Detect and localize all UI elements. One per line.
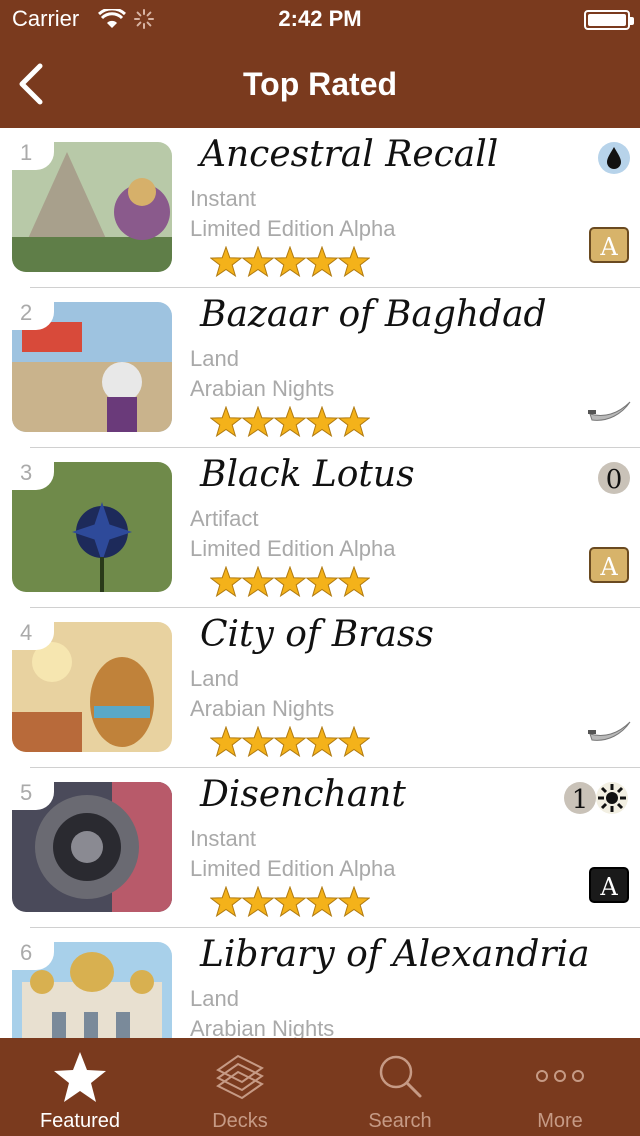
card-set: Arabian Nights: [190, 696, 335, 721]
card-name: Ancestral Recall: [200, 134, 499, 175]
card-set: Limited Edition Alpha: [190, 856, 396, 881]
tab-label: Decks: [212, 1110, 268, 1132]
list-item[interactable]: 3 Black Lotus Artifact Limited Edition A…: [0, 448, 640, 608]
rating-stars: [210, 406, 370, 440]
star-icon: [210, 726, 243, 758]
tab-label: More: [537, 1110, 583, 1132]
card-type: Land: [190, 346, 239, 371]
star-icon: [337, 406, 370, 438]
star-icon: [273, 726, 307, 758]
card-name: Disenchant: [200, 774, 406, 815]
star-icon: [337, 566, 370, 598]
card-set: Limited Edition Alpha: [190, 536, 396, 561]
card-list[interactable]: 1 Ancestral Recall Instant Limited Editi…: [0, 128, 640, 1038]
star-icon: [241, 726, 275, 758]
tab-search[interactable]: Search: [320, 1038, 480, 1136]
navigation-header: Carrier 2:42 PM Top Rated: [0, 0, 640, 128]
card-name: Bazaar of Baghdad: [200, 294, 547, 335]
list-item[interactable]: 5 Disenchant Instant Limited Edition Alp…: [0, 768, 640, 928]
star-icon: [273, 406, 307, 438]
star-icon: [210, 566, 243, 598]
card-type: Land: [190, 666, 239, 691]
tab-label: Featured: [39, 1110, 121, 1132]
alpha-set-icon: A: [589, 867, 629, 903]
tab-bar: Featured Decks Search More: [0, 1038, 640, 1136]
svg-text:1: 1: [572, 785, 589, 815]
rating-stars: [210, 566, 370, 600]
rating-stars: [210, 246, 370, 280]
more-icon: [536, 1070, 584, 1082]
star-icon: [241, 566, 275, 598]
star-icon: [210, 406, 243, 438]
star-icon: [305, 726, 339, 758]
card-set: Arabian Nights: [190, 376, 335, 401]
card-type: Land: [190, 986, 239, 1011]
search-icon: [379, 1055, 422, 1098]
scimitar-set-icon: [588, 401, 631, 421]
blue-mana-icon: [598, 142, 630, 174]
status-bar: Carrier 2:42 PM: [0, 0, 640, 40]
star-icon: [305, 566, 339, 598]
svg-text:0: 0: [606, 465, 623, 495]
rank-number: 2: [20, 300, 33, 325]
rating-stars: [210, 726, 370, 760]
star-icon: [210, 886, 243, 918]
rating-stars: [210, 886, 370, 920]
alpha-set-icon: A: [589, 547, 629, 583]
star-icon: [337, 726, 370, 758]
tab-more[interactable]: More: [480, 1038, 640, 1136]
card-type: Artifact: [190, 506, 259, 531]
battery-icon: [584, 10, 634, 30]
star-icon: [337, 246, 370, 278]
rank-number: 6: [20, 940, 33, 965]
card-type: Instant: [190, 186, 257, 211]
card-set: Arabian Nights: [190, 1016, 335, 1038]
list-item[interactable]: 2 Bazaar of Baghdad Land Arabian Nights: [0, 288, 640, 448]
rank-number: 3: [20, 460, 33, 485]
star-icon: [54, 1052, 106, 1102]
card-set: Limited Edition Alpha: [190, 216, 396, 241]
star-icon: [210, 246, 243, 278]
tab-label: Search: [368, 1110, 432, 1132]
star-icon: [305, 406, 339, 438]
star-icon: [273, 246, 307, 278]
star-icon: [273, 566, 307, 598]
card-name: Black Lotus: [200, 454, 415, 495]
star-icon: [241, 886, 275, 918]
scimitar-set-icon: [588, 721, 631, 741]
star-icon: [305, 246, 339, 278]
svg-text:A: A: [599, 233, 618, 261]
card-type: Instant: [190, 826, 257, 851]
alpha-set-icon: A: [589, 227, 629, 263]
card-name: City of Brass: [200, 614, 434, 655]
star-icon: [241, 246, 275, 278]
tab-decks[interactable]: Decks: [160, 1038, 320, 1136]
rank-number: 4: [20, 620, 33, 645]
star-icon: [273, 886, 307, 918]
list-item[interactable]: 4 City of Brass Land Arabian Nights: [0, 608, 640, 768]
list-item[interactable]: 1 Ancestral Recall Instant Limited Editi…: [0, 128, 640, 288]
star-icon: [241, 406, 275, 438]
list-item[interactable]: 6 Library of Alexandria Land Arabian Nig…: [0, 928, 640, 1038]
rank-number: 5: [20, 780, 33, 805]
status-time: 2:42 PM: [278, 6, 362, 31]
rank-number: 1: [20, 140, 33, 165]
star-icon: [337, 886, 370, 918]
svg-text:A: A: [599, 553, 618, 581]
svg-text:A: A: [599, 873, 618, 901]
tab-featured[interactable]: Featured: [0, 1038, 160, 1136]
star-icon: [305, 886, 339, 918]
white-mana-cost-icon: 1: [564, 782, 628, 815]
card-name: Library of Alexandria: [200, 934, 590, 975]
cards-stack-icon: [216, 1054, 264, 1100]
generic-mana-cost-icon: 0: [598, 462, 630, 495]
page-title: Top Rated: [242, 66, 398, 102]
